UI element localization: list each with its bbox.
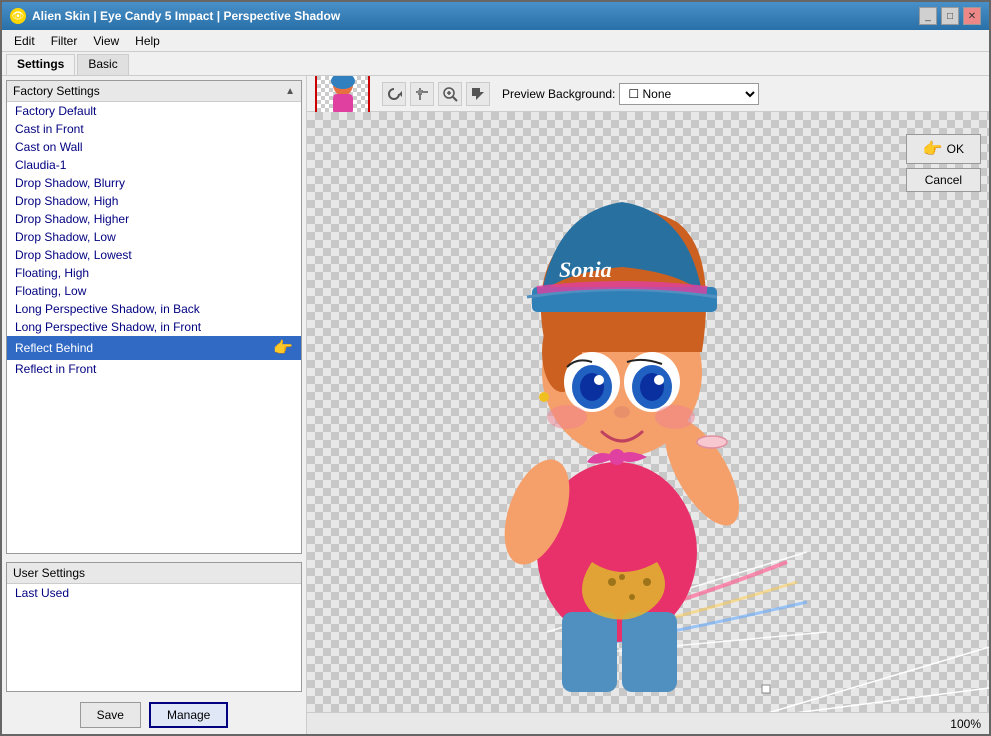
list-item-drop-lowest[interactable]: Drop Shadow, Lowest	[7, 246, 301, 264]
window-title: Alien Skin | Eye Candy 5 Impact | Perspe…	[32, 9, 340, 23]
menu-view[interactable]: View	[85, 32, 127, 50]
pan-icon[interactable]	[410, 82, 434, 106]
menu-bar: Edit Filter View Help	[2, 30, 989, 52]
list-item-floating-high[interactable]: Floating, High	[7, 264, 301, 282]
pointer-icon: 👉	[273, 338, 293, 358]
menu-edit[interactable]: Edit	[6, 32, 43, 50]
list-item-floating-low[interactable]: Floating, Low	[7, 282, 301, 300]
shadow-controls	[307, 112, 989, 712]
factory-settings-container: Factory Settings ▲ Factory Default Cast …	[6, 80, 302, 554]
ok-cancel-area: 👉 OK Cancel	[906, 134, 981, 192]
list-item-reflect-front[interactable]: Reflect in Front	[7, 360, 301, 378]
factory-settings-label: Factory Settings	[13, 84, 100, 98]
list-item-claudia[interactable]: Claudia-1	[7, 156, 301, 174]
user-settings-header: User Settings	[7, 563, 301, 584]
list-item-drop-blurry[interactable]: Drop Shadow, Blurry	[7, 174, 301, 192]
cancel-button[interactable]: Cancel	[906, 168, 981, 192]
list-item-long-back[interactable]: Long Perspective Shadow, in Back	[7, 300, 301, 318]
arrow-icon[interactable]	[466, 82, 490, 106]
minimize-button[interactable]: _	[919, 7, 937, 25]
menu-help[interactable]: Help	[127, 32, 168, 50]
ok-button[interactable]: 👉 OK	[906, 134, 981, 164]
tab-basic[interactable]: Basic	[77, 54, 128, 75]
ok-pointer-icon: 👉	[923, 139, 943, 159]
list-item-cast-wall[interactable]: Cast on Wall	[7, 138, 301, 156]
list-item-reflect-behind[interactable]: Reflect Behind 👉	[7, 336, 301, 360]
preview-bg-select[interactable]: ☐ None	[619, 83, 759, 105]
left-panel: Factory Settings ▲ Factory Default Cast …	[2, 76, 307, 734]
right-panel: Preview Background: ☐ None	[307, 76, 989, 734]
main-content: Factory Settings ▲ Factory Default Cast …	[2, 76, 989, 734]
app-icon: 👁	[10, 8, 26, 24]
reset-icon[interactable]	[382, 82, 406, 106]
menu-filter[interactable]: Filter	[43, 32, 86, 50]
list-item-long-front[interactable]: Long Perspective Shadow, in Front	[7, 318, 301, 336]
zoom-level: 100%	[950, 717, 981, 731]
zoom-icon[interactable]	[438, 82, 462, 106]
save-button[interactable]: Save	[80, 702, 141, 728]
list-item-last-used[interactable]: Last Used	[7, 584, 301, 602]
list-item-drop-high[interactable]: Drop Shadow, High	[7, 192, 301, 210]
preview-area[interactable]: Sonia	[307, 112, 989, 712]
list-item-factory-default[interactable]: Factory Default	[7, 102, 301, 120]
user-settings-list[interactable]: Last Used	[7, 584, 301, 691]
preview-bg-label: Preview Background:	[502, 87, 615, 101]
close-button[interactable]: ✕	[963, 7, 981, 25]
manage-button[interactable]: Manage	[149, 702, 228, 728]
preview-toolbar: Preview Background: ☐ None	[307, 76, 989, 112]
factory-settings-list[interactable]: Factory Default Cast in Front Cast on Wa…	[7, 102, 301, 553]
main-window: 👁 Alien Skin | Eye Candy 5 Impact | Pers…	[0, 0, 991, 736]
title-bar: 👁 Alien Skin | Eye Candy 5 Impact | Pers…	[2, 2, 989, 30]
bottom-buttons: Save Manage	[2, 696, 306, 734]
list-item-drop-low[interactable]: Drop Shadow, Low	[7, 228, 301, 246]
title-controls: _ □ ✕	[919, 7, 981, 25]
list-item-drop-higher[interactable]: Drop Shadow, Higher	[7, 210, 301, 228]
tab-settings[interactable]: Settings	[6, 54, 75, 75]
reflect-behind-label: Reflect Behind	[15, 341, 93, 355]
scroll-up-arrow[interactable]: ▲	[285, 86, 295, 97]
ok-label: OK	[947, 142, 964, 156]
list-item-cast-front[interactable]: Cast in Front	[7, 120, 301, 138]
maximize-button[interactable]: □	[941, 7, 959, 25]
title-bar-left: 👁 Alien Skin | Eye Candy 5 Impact | Pers…	[10, 8, 340, 24]
factory-settings-header: Factory Settings ▲	[7, 81, 301, 102]
status-bar: 100%	[307, 712, 989, 734]
user-settings-container: User Settings Last Used	[6, 562, 302, 692]
tabs-bar: Settings Basic	[2, 52, 989, 76]
